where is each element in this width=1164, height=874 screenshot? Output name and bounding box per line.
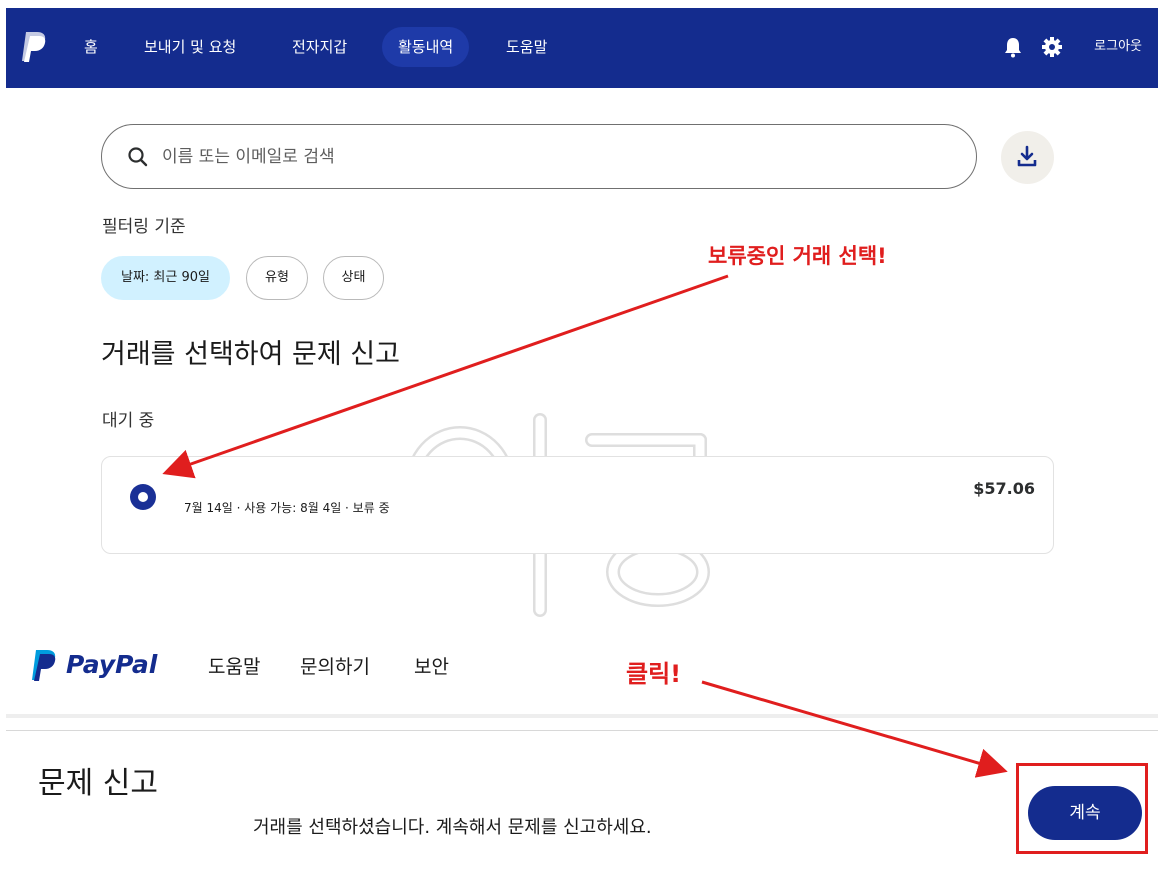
annotation-select-transaction: 보류중인 거래 선택! — [708, 244, 887, 268]
filter-label: 필터링 기준 — [102, 217, 186, 237]
section-divider — [6, 714, 1158, 718]
paypal-logo-icon[interactable] — [20, 30, 48, 64]
arrow-to-transaction — [162, 274, 729, 479]
nav-help[interactable]: 도움말 — [490, 27, 563, 67]
top-nav: 홈 보내기 및 요청 전자지갑 활동내역 도움말 로그아웃 — [6, 8, 1158, 88]
nav-send-request[interactable]: 보내기 및 요청 — [128, 27, 252, 67]
pending-section-label: 대기 중 — [102, 411, 155, 431]
paypal-mark-icon — [32, 650, 56, 681]
bell-icon[interactable] — [1002, 36, 1024, 58]
footer-link-contact[interactable]: 문의하기 — [300, 652, 370, 679]
search-icon — [128, 147, 148, 167]
nav-wallet[interactable]: 전자지갑 — [276, 27, 363, 67]
transaction-card[interactable]: 7월 14일 · 사용 가능: 8월 4일 · 보류 중 $57.06 — [101, 456, 1054, 554]
logout-link[interactable]: 로그아웃 — [1094, 30, 1142, 64]
arrow-to-continue — [701, 680, 1008, 778]
transaction-description: 7월 14일 · 사용 가능: 8월 4일 · 보류 중 — [184, 501, 390, 515]
filter-chip-date[interactable]: 날짜: 최근 90일 — [101, 256, 230, 300]
report-issue-message: 거래를 선택하셨습니다. 계속해서 문제를 신고하세요. — [253, 817, 652, 838]
download-button[interactable] — [1001, 131, 1054, 184]
footer-link-security[interactable]: 보안 — [414, 652, 449, 679]
nav-home[interactable]: 홈 — [68, 27, 114, 67]
download-icon — [1017, 145, 1037, 167]
footer-link-help[interactable]: 도움말 — [208, 652, 260, 679]
nav-activity[interactable]: 활동내역 — [382, 27, 470, 67]
report-issue-title: 문제 신고 — [38, 766, 158, 801]
filter-chip-status[interactable]: 상태 — [323, 256, 384, 300]
search-box[interactable] — [101, 124, 977, 189]
filter-chip-type[interactable]: 유형 — [246, 256, 308, 300]
section-divider-line — [6, 730, 1158, 731]
gear-icon[interactable] — [1041, 36, 1063, 58]
page-title: 거래를 선택하여 문제 신고 — [101, 339, 400, 370]
paypal-wordmark: PayPal — [66, 650, 158, 679]
transaction-amount: $57.06 — [973, 479, 1035, 498]
search-input[interactable] — [162, 135, 942, 179]
annotation-click: 클릭! — [626, 660, 682, 688]
paypal-footer-logo[interactable]: PayPal — [30, 648, 160, 686]
annotation-highlight-box — [1016, 763, 1148, 854]
transaction-radio-selected[interactable] — [130, 484, 156, 510]
